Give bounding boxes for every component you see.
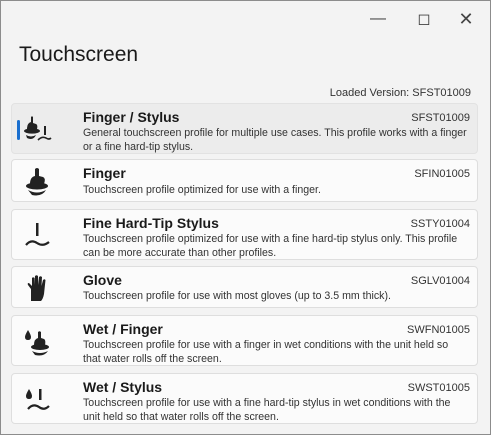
glove-icon [27, 275, 46, 301]
profile-card-glove[interactable]: Glove SGLV01004 Touchscreen profile for … [11, 266, 478, 308]
wet-stylus-icon [26, 389, 50, 410]
profile-title: Finger [83, 165, 126, 181]
finger-icon [26, 168, 48, 196]
profile-title: Glove [83, 272, 122, 288]
stylus-icon [25, 223, 50, 246]
profile-title: Wet / Finger [83, 321, 163, 337]
maximize-button[interactable]: ◻ [406, 5, 442, 33]
profile-title: Finger / Stylus [83, 109, 180, 125]
profile-code: SFST01009 [411, 112, 470, 124]
close-button[interactable]: ✕ [448, 5, 484, 33]
profile-card-finger[interactable]: Finger SFIN01005 Touchscreen profile opt… [11, 159, 478, 202]
profile-card-stylus[interactable]: Fine Hard-Tip Stylus SSTY01004 Touchscre… [11, 209, 478, 260]
selection-indicator [17, 120, 20, 140]
maximize-icon: ◻ [417, 11, 431, 28]
wet-finger-icon [25, 330, 49, 356]
profile-description: Touchscreen profile for use with a fine … [83, 397, 451, 423]
profile-code: SSTY01004 [410, 218, 470, 230]
page-title: Touchscreen [19, 43, 139, 66]
profile-card-wet-finger[interactable]: Wet / Finger SWFN01005 Touchscreen profi… [11, 315, 478, 366]
title-bar: — ◻ ✕ [1, 1, 490, 37]
app-window: — ◻ ✕ Touchscreen Loaded Version: SFST01… [0, 0, 491, 435]
profile-code: SFIN01005 [414, 168, 470, 180]
profile-description: Touchscreen profile optimized for use wi… [83, 184, 321, 196]
profile-description: Touchscreen profile optimized for use wi… [83, 233, 458, 259]
profile-code: SWST01005 [407, 382, 470, 394]
minimize-button[interactable]: — [360, 5, 396, 33]
profile-description: General touchscreen profile for multiple… [83, 127, 467, 153]
profile-description: Touchscreen profile for use with most gl… [83, 290, 391, 302]
minimize-icon: — [370, 10, 386, 27]
profile-card-finger-stylus[interactable]: Finger / Stylus SFST01009 General touchs… [11, 103, 478, 154]
profile-description: Touchscreen profile for use with a finge… [83, 339, 449, 365]
profile-title: Wet / Stylus [83, 379, 163, 395]
finger-stylus-icon [24, 116, 52, 141]
profile-code: SWFN01005 [407, 324, 470, 336]
loaded-version: Loaded Version: SFST01009 [329, 87, 471, 99]
profile-code: SGLV01004 [410, 275, 470, 287]
profile-title: Fine Hard-Tip Stylus [83, 215, 219, 231]
profile-card-wet-stylus[interactable]: Wet / Stylus SWST01005 Touchscreen profi… [11, 373, 478, 424]
close-icon: ✕ [458, 8, 474, 29]
